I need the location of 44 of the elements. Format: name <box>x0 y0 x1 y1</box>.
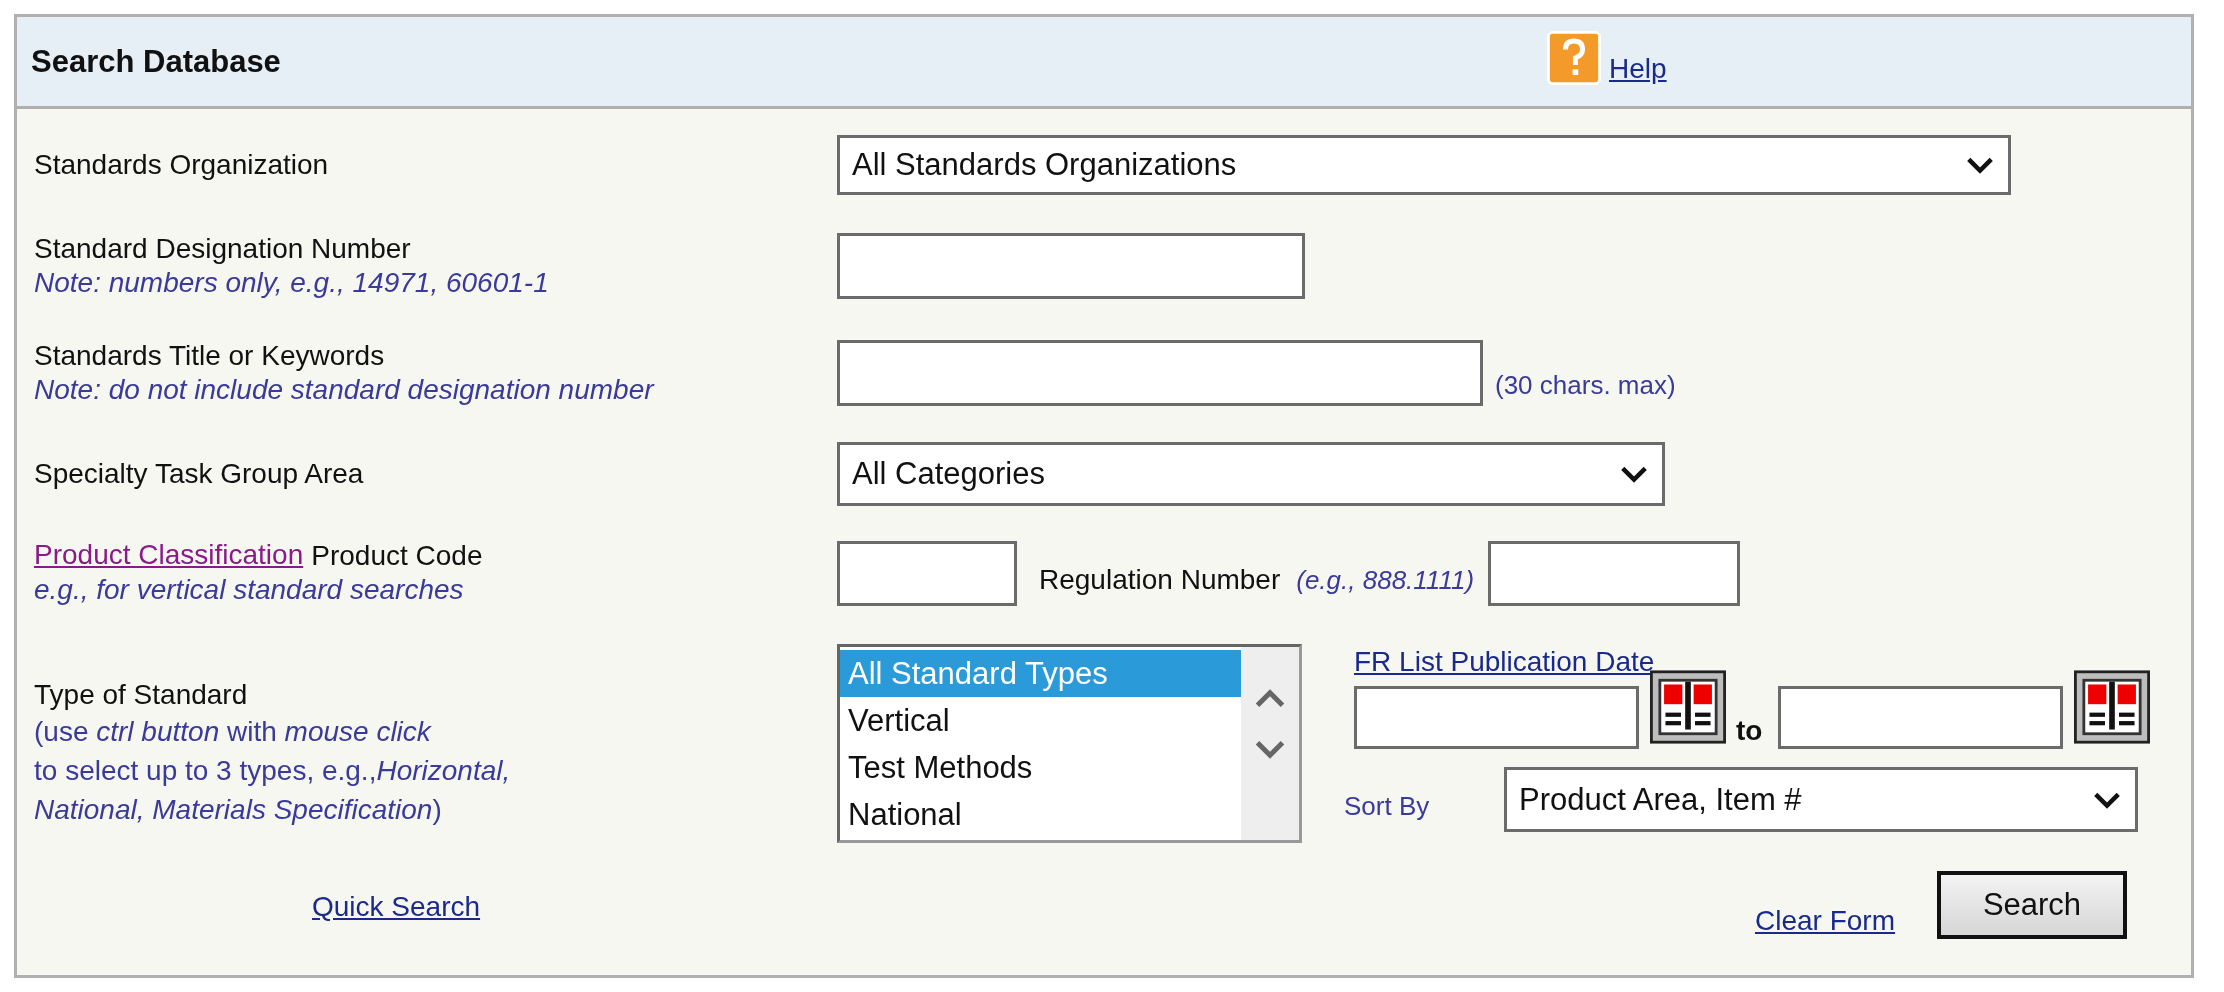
chevron-down-icon <box>1966 156 1994 174</box>
date-from-input[interactable] <box>1354 686 1639 749</box>
list-option[interactable]: Test Methods <box>840 744 1241 791</box>
field-label: Standards Title or Keywords <box>34 338 386 373</box>
calendar-icon[interactable] <box>2074 670 2151 744</box>
publication-date-link[interactable]: FR List Publication Date <box>1354 646 2151 678</box>
sort-label: Sort By <box>1344 791 1431 822</box>
product-classification-link[interactable]: Product Classification <box>34 538 304 573</box>
scroll-down-icon[interactable] <box>1255 739 1285 759</box>
category-select[interactable]: All Categories <box>837 442 1665 506</box>
help-link[interactable]: Help <box>1609 53 1667 85</box>
designation-input[interactable] <box>837 233 1305 299</box>
field-note: (use ctrl button with mouse click <box>34 714 433 749</box>
regulation-input[interactable] <box>1488 540 1741 606</box>
field-label: Standards Organization <box>34 148 330 182</box>
product-code-input[interactable] <box>837 540 1017 606</box>
sort-select[interactable]: Product Area, Item # <box>1504 767 2138 832</box>
field-note: Note: do not include standard designation number <box>34 373 656 408</box>
field-note: Note: numbers only, e.g., 14971, 60601-1 <box>34 266 550 301</box>
field-label: Standard Designation Number <box>34 231 412 266</box>
field-label: Product Code <box>311 538 483 573</box>
quick-search-link[interactable]: Quick Search <box>312 891 481 923</box>
calendar-icon[interactable] <box>1650 670 1726 744</box>
field-note: to select up to 3 types, e.g.,Horizontal, <box>34 753 512 788</box>
type-listbox[interactable]: All Standard Types Vertical Test Methods National <box>837 644 1302 843</box>
organization-select[interactable]: All Standards Organizations <box>837 135 2011 195</box>
field-label: Type of Standard <box>34 678 249 712</box>
chevron-down-icon <box>2093 790 2121 809</box>
search-button[interactable]: Search <box>1937 871 2127 939</box>
character-limit: (30 chars. max) <box>1495 369 1676 401</box>
field-label: Specialty Task Group Area <box>34 457 365 491</box>
date-to-input[interactable] <box>1778 686 2064 749</box>
range-separator: to <box>1736 714 1763 748</box>
scroll-up-icon[interactable] <box>1255 689 1285 709</box>
keywords-input[interactable] <box>837 340 1483 406</box>
chevron-down-icon <box>1620 465 1648 483</box>
panel-title: Search Database <box>31 43 281 80</box>
list-option[interactable]: Vertical <box>840 697 1241 744</box>
field-note: e.g., for vertical standard searches <box>34 573 465 608</box>
field-note: (e.g., 888.1111) <box>1296 563 1475 597</box>
field-note: National, Materials Specification) <box>34 792 443 827</box>
clear-form-link[interactable]: Clear Form <box>1755 905 1895 937</box>
field-label: Regulation Number <box>1039 563 1281 597</box>
list-option[interactable]: National <box>840 791 1241 838</box>
